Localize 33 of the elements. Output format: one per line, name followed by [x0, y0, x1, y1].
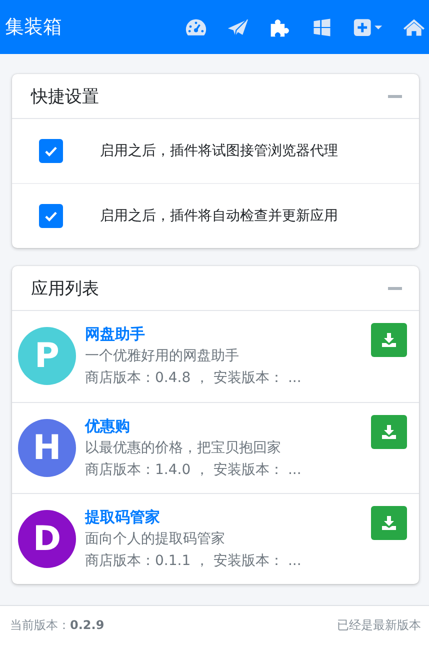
app-versions: 商店版本：0.1.1 ， 安装版本： ... — [85, 552, 302, 571]
app-versions: 商店版本：1.4.0 ， 安装版本： ... — [85, 461, 302, 480]
download-icon — [381, 515, 397, 531]
setting-label: 启用之后，插件将自动检查并更新应用 — [100, 207, 338, 225]
card-title: 应用列表 — [31, 278, 99, 300]
app-versions: 商店版本：0.4.8 ， 安装版本： ... — [85, 369, 302, 388]
app-name-link[interactable]: 提取码管家 — [85, 506, 371, 528]
add-menu-button[interactable] — [353, 18, 383, 36]
download-button[interactable] — [371, 323, 407, 357]
paper-plane-icon[interactable] — [227, 18, 249, 36]
app-name-link[interactable]: 网盘助手 — [85, 323, 371, 345]
puzzle-icon[interactable] — [269, 18, 291, 36]
windows-logo-icon[interactable] — [311, 18, 333, 36]
update-status: 已经是最新版本 — [337, 617, 421, 634]
current-version: 当前版本：0.2.9 — [10, 617, 104, 634]
app-description: 一个优雅好用的网盘助手 — [85, 347, 240, 366]
download-button[interactable] — [371, 415, 407, 449]
gauge-icon[interactable] — [185, 18, 207, 36]
checkbox[interactable] — [39, 204, 63, 228]
download-icon — [381, 332, 397, 348]
setting-label: 启用之后，插件将试图接管浏览器代理 — [100, 142, 338, 160]
download-button[interactable] — [371, 506, 407, 540]
app-avatar: P — [18, 327, 76, 385]
app-avatar: D — [18, 510, 76, 568]
download-icon — [381, 424, 397, 440]
app-description: 面向个人的提取码管家 — [85, 530, 226, 549]
card-title: 快捷设置 — [31, 86, 99, 108]
brand-title[interactable]: 集装箱 — [5, 14, 62, 40]
app-name-link[interactable]: 优惠购 — [85, 415, 371, 437]
checkbox[interactable] — [39, 139, 63, 163]
home-icon[interactable] — [403, 18, 425, 36]
app-avatar: H — [18, 419, 76, 477]
app-description: 以最优惠的价格，把宝贝抱回家 — [85, 439, 282, 458]
